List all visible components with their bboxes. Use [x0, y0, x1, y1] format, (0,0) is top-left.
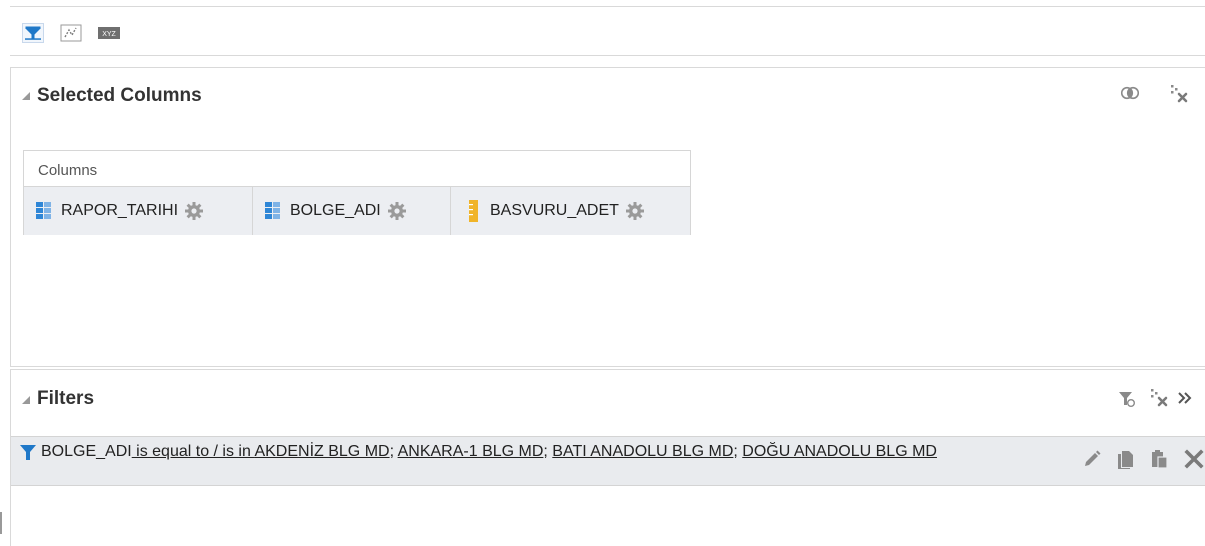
collapse-triangle-icon[interactable]	[22, 396, 30, 404]
filter-column: BOLGE_ADI	[41, 443, 132, 460]
attribute-column-icon	[36, 202, 52, 220]
filters-header: Filters	[11, 370, 1205, 426]
filter-value-link[interactable]: DOĞU ANADOLU BLG MD	[742, 443, 937, 460]
top-divider	[10, 6, 1205, 7]
criteria-toolbar: XYZ	[22, 22, 120, 44]
columns-box: Columns RAPOR_TARIHI BOLGE_ADI BASVURU_A…	[23, 150, 691, 235]
filter-text: BOLGE_ADI is equal to / is in AKDENİZ BL…	[19, 442, 1039, 461]
filter-value-link[interactable]: BATI ANADOLU BLG MD	[552, 443, 733, 460]
filters-panel: Filters BOLGE_ADI is equal to / is in AK…	[10, 369, 1205, 546]
expand-more-icon[interactable]	[1173, 387, 1197, 409]
selected-columns-title: Selected Columns	[37, 85, 202, 106]
columns-row: RAPOR_TARIHI BOLGE_ADI BASVURU_ADET	[24, 186, 690, 235]
paste-icon[interactable]	[1148, 445, 1172, 473]
toolbar-divider	[10, 55, 1205, 56]
left-edge-marker	[0, 512, 2, 534]
add-filter-icon[interactable]	[1115, 388, 1139, 410]
remove-all-filters-icon[interactable]	[1147, 387, 1171, 409]
column-chip-basvuru-adet[interactable]: BASVURU_ADET	[451, 187, 690, 235]
column-chip-rapor-tarihi[interactable]: RAPOR_TARIHI	[24, 187, 253, 235]
measure-column-icon	[469, 200, 478, 222]
combine-results-icon[interactable]	[1118, 82, 1142, 104]
remove-all-columns-icon[interactable]	[1167, 83, 1191, 105]
copy-icon[interactable]	[1114, 445, 1138, 473]
xyz-icon[interactable]: XYZ	[98, 23, 120, 43]
columns-label: Columns	[38, 162, 98, 179]
filter-icon[interactable]	[22, 23, 44, 43]
column-name: BASVURU_ADET	[490, 202, 619, 219]
filter-value-link[interactable]: AKDENİZ BLG MD	[254, 443, 389, 460]
filter-value-link[interactable]: ANKARA-1 BLG MD	[398, 443, 544, 460]
delete-icon[interactable]	[1182, 445, 1205, 473]
column-name: BOLGE_ADI	[290, 202, 381, 219]
column-chip-bolge-adi[interactable]: BOLGE_ADI	[253, 187, 451, 235]
filter-row[interactable]: BOLGE_ADI is equal to / is in AKDENİZ BL…	[11, 436, 1205, 486]
edit-icon[interactable]	[1080, 445, 1104, 473]
edit-formula-icon[interactable]	[60, 23, 82, 43]
collapse-triangle-icon[interactable]	[22, 92, 30, 100]
gear-icon[interactable]	[387, 201, 407, 221]
gear-icon[interactable]	[625, 201, 645, 221]
filter-separator: ;	[389, 443, 398, 460]
filter-separator: ;	[543, 443, 553, 460]
filter-row-actions	[1080, 445, 1205, 473]
selected-columns-header: Selected Columns	[11, 68, 1205, 126]
attribute-column-icon	[265, 202, 281, 220]
xyz-label: XYZ	[102, 31, 116, 38]
selected-columns-panel: Selected Columns Columns RAPOR_TARIHI BO…	[10, 67, 1205, 367]
filter-operator-link[interactable]: is equal to / is in	[132, 443, 255, 460]
filters-title: Filters	[37, 388, 95, 409]
column-name: RAPOR_TARIHI	[61, 202, 179, 219]
gear-icon[interactable]	[184, 201, 204, 221]
filter-separator: ;	[733, 443, 743, 460]
